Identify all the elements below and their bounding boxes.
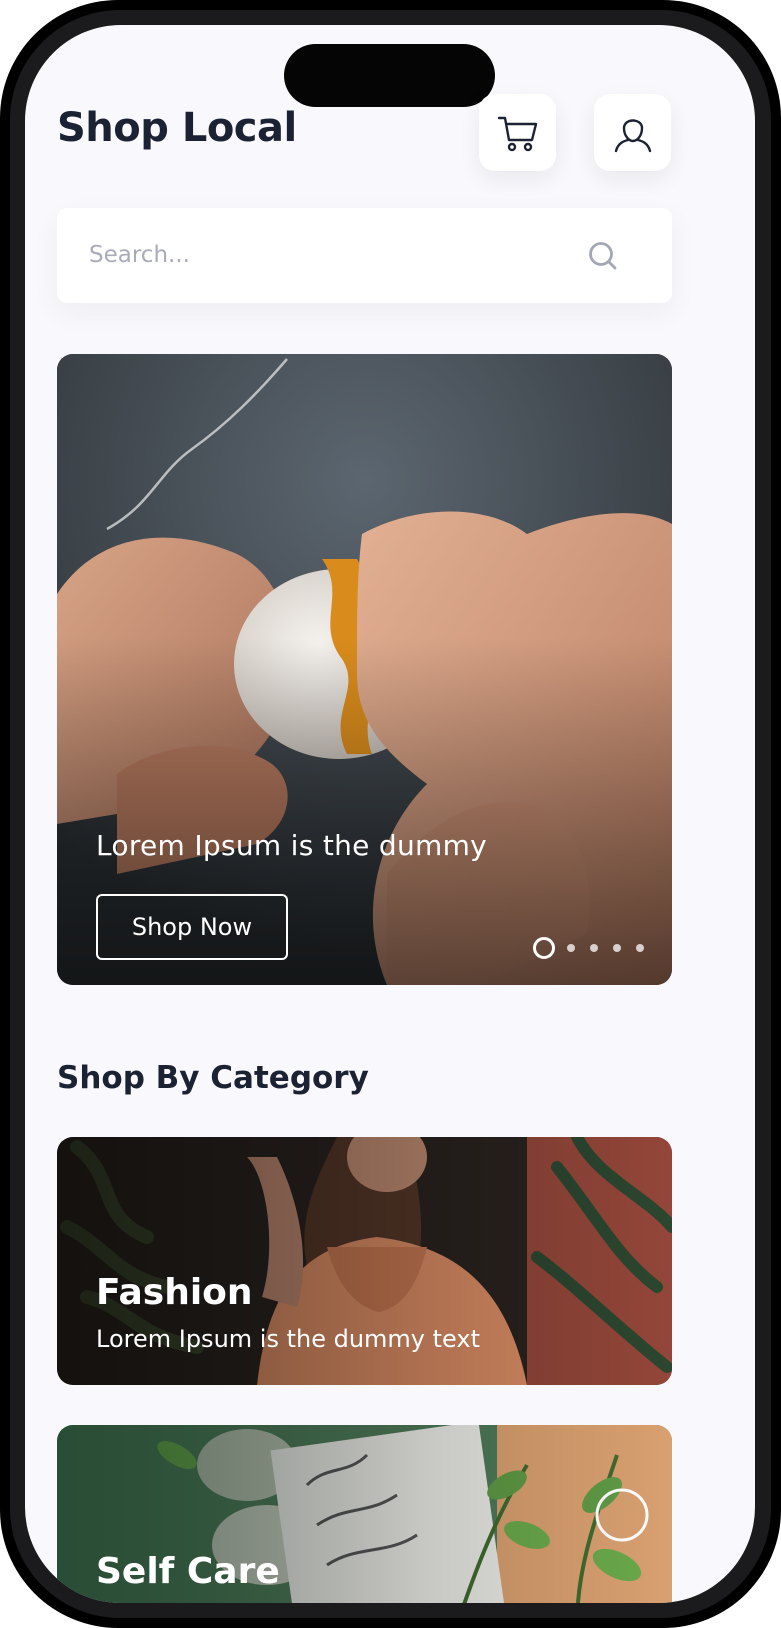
hero-image — [57, 354, 672, 985]
carousel-dot[interactable] — [636, 944, 644, 952]
category-title: Fashion — [96, 1272, 253, 1313]
carousel-dot-active[interactable] — [533, 937, 555, 959]
carousel-dot[interactable] — [613, 944, 621, 952]
shop-now-button[interactable]: Shop Now — [96, 894, 288, 960]
category-title: Self Care — [96, 1551, 280, 1592]
search-icon[interactable] — [587, 240, 619, 272]
hero-banner[interactable]: Lorem Ipsum is the dummy Shop Now — [57, 354, 672, 985]
cart-button[interactable] — [479, 94, 556, 171]
phone-frame: Shop Local Search... Lorem Ipsum is the … — [0, 0, 781, 1628]
page-title: Shop Local — [57, 105, 297, 151]
search-bar — [57, 208, 672, 303]
carousel-dot[interactable] — [590, 944, 598, 952]
user-icon — [614, 118, 651, 152]
search-input[interactable] — [87, 234, 571, 276]
dynamic-island — [284, 44, 495, 107]
section-title: Shop By Category — [57, 1060, 369, 1096]
carousel-indicator — [533, 937, 659, 959]
category-card-fashion[interactable]: Fashion Lorem Ipsum is the dummy text — [57, 1137, 672, 1385]
category-subtitle: Lorem Ipsum is the dummy text — [96, 1325, 480, 1353]
app-screen: Shop Local Search... Lorem Ipsum is the … — [25, 25, 755, 1603]
profile-button[interactable] — [594, 94, 671, 171]
hero-headline: Lorem Ipsum is the dummy — [96, 829, 488, 862]
carousel-dot[interactable] — [567, 944, 575, 952]
category-card-self-care[interactable]: Self Care — [57, 1425, 672, 1603]
cart-icon — [497, 116, 537, 151]
